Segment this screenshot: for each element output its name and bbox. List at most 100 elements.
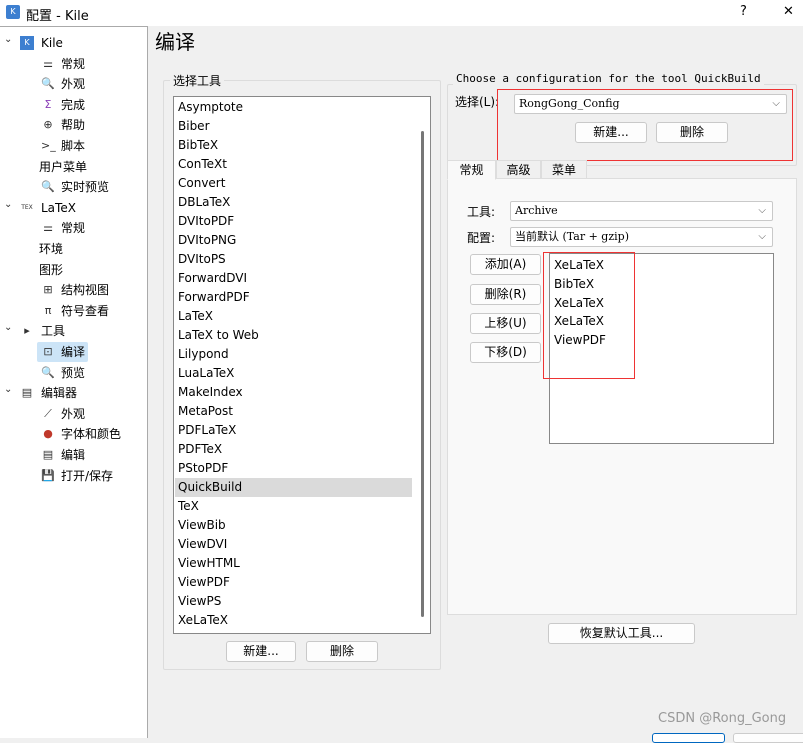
delete-tool-button[interactable]: 删除: [306, 641, 378, 662]
tool-list-item[interactable]: LaTeX: [178, 307, 213, 326]
tool-list-item[interactable]: ViewPDF: [178, 573, 230, 592]
tool-list[interactable]: Asymptote Biber BibTeX ConTeXt Convert DBLaTe…: [173, 96, 431, 634]
lifebuoy-icon: ⊕: [43, 118, 53, 132]
chevron-down-icon[interactable]: ⌄: [4, 380, 12, 400]
tool-list-item[interactable]: ConTeXt: [178, 155, 227, 174]
tab-advanced[interactable]: 高级: [496, 160, 541, 179]
sidebar-item[interactable]: ⌄ TEX LaTeX: [0, 198, 147, 218]
save-icon: 💾: [41, 468, 55, 482]
sliders-icon: ⚌: [43, 56, 53, 70]
appearance-icon: ⟋: [44, 406, 52, 420]
tool-list-item[interactable]: MetaPost: [178, 402, 233, 421]
cancel-button[interactable]: [733, 733, 803, 743]
close-button[interactable]: ✕: [783, 4, 794, 19]
tool-list-item[interactable]: DVItoPDF: [178, 212, 234, 231]
sidebar-item-label: 实时预览: [61, 180, 110, 195]
chevron-down-icon[interactable]: ⌄: [4, 318, 12, 338]
terminal-icon: >_: [41, 139, 56, 152]
tool-list-item[interactable]: LaTeX to Web: [178, 326, 259, 345]
sidebar-item-label: 结构视图: [61, 283, 110, 298]
sequence-list[interactable]: XeLaTeX BibTeX XeLaTeX XeLaTeX ViewPDF: [549, 253, 774, 444]
tool-list-item[interactable]: PDFLaTeX: [178, 421, 236, 440]
tool-list-item[interactable]: Convert: [178, 174, 225, 193]
sidebar-item-label: 符号查看: [61, 303, 110, 318]
sidebar-item[interactable]: 💾 打开/保存: [0, 466, 147, 486]
tool-list-item[interactable]: ViewHTML: [178, 554, 240, 573]
config-select[interactable]: RongGong_Config ⌵: [514, 94, 787, 114]
tool-list-item[interactable]: MakeIndex: [178, 383, 243, 402]
tool-list-item[interactable]: PDFTeX: [178, 440, 222, 459]
sidebar-item[interactable]: ⟋ 外观: [0, 404, 147, 424]
help-button[interactable]: ?: [740, 4, 747, 19]
color-wheel-icon: ●: [43, 427, 53, 441]
sidebar-item[interactable]: ⊕ 帮助: [0, 115, 147, 135]
title-bar: K 配置 - Kile ? ✕: [0, 0, 803, 26]
sidebar-item[interactable]: >_ 脚本: [0, 136, 147, 156]
tool-list-item[interactable]: DBLaTeX: [178, 193, 230, 212]
sequence-item[interactable]: ViewPDF: [554, 331, 606, 350]
build-icon: ⊡: [43, 345, 53, 358]
sequence-item[interactable]: XeLaTeX: [554, 294, 604, 313]
move-up-button[interactable]: 上移(U): [470, 313, 541, 334]
ok-button[interactable]: [652, 733, 725, 743]
sidebar-item[interactable]: 用户菜单: [0, 157, 147, 177]
tool-select[interactable]: Archive ⌵: [510, 201, 773, 221]
sidebar-item[interactable]: ⊡ 编译: [0, 342, 147, 362]
tool-list-item[interactable]: ViewDVI: [178, 535, 227, 554]
tool-list-item[interactable]: BibTeX: [178, 136, 218, 155]
sidebar-item[interactable]: 🔍 实时预览: [0, 177, 147, 197]
kile-app-icon: K: [6, 5, 20, 19]
tool-list-item[interactable]: ViewBib: [178, 516, 226, 535]
remove-button[interactable]: 删除(R): [470, 284, 541, 305]
tool-list-item[interactable]: Asymptote: [178, 98, 243, 117]
sidebar-item-label: 环境: [39, 242, 64, 256]
tool-list-item[interactable]: ForwardDVI: [178, 269, 247, 288]
sidebar-item[interactable]: ⚌ 常规: [0, 54, 147, 74]
tool-label: 工具:: [467, 205, 496, 219]
sidebar-item[interactable]: 环境: [0, 239, 147, 259]
tool-list-item[interactable]: PStoPDF: [178, 459, 228, 478]
sidebar-item[interactable]: ● 字体和颜色: [0, 424, 147, 444]
sequence-item[interactable]: XeLaTeX: [554, 312, 604, 331]
tool-list-item[interactable]: TeX: [178, 497, 199, 516]
sidebar-item[interactable]: ⚌ 常规: [0, 218, 147, 238]
tool-list-item[interactable]: DVItoPS: [178, 250, 226, 269]
sidebar-item[interactable]: 图形: [0, 260, 147, 280]
sidebar-item[interactable]: ⌄ K Kile: [0, 33, 147, 53]
chevron-down-icon[interactable]: ⌄: [4, 30, 12, 50]
sidebar-item[interactable]: ⊞ 结构视图: [0, 280, 147, 300]
config-select-label: 选择(L):: [455, 95, 500, 109]
sidebar-item-label: 编译: [61, 345, 86, 359]
tool-list-item[interactable]: DVItoPNG: [178, 231, 236, 250]
sidebar-item-label: 图形: [39, 262, 64, 277]
sidebar-item[interactable]: ▤ 编辑: [0, 445, 147, 465]
tool-list-scrollbar[interactable]: [421, 131, 424, 617]
sidebar-item-label: 工具: [41, 324, 66, 339]
tab-menu[interactable]: 菜单: [541, 160, 587, 179]
tool-list-item[interactable]: Biber: [178, 117, 210, 136]
sidebar-item[interactable]: 🔍 预览: [0, 363, 147, 383]
sequence-item[interactable]: BibTeX: [554, 275, 594, 294]
add-button[interactable]: 添加(A): [470, 254, 541, 275]
sequence-item[interactable]: XeLaTeX: [554, 256, 604, 275]
tool-list-item[interactable]: LuaLaTeX: [178, 364, 234, 383]
new-tool-button[interactable]: 新建...: [226, 641, 296, 662]
tool-list-item[interactable]: QuickBuild: [175, 478, 412, 497]
tool-list-item[interactable]: ForwardPDF: [178, 288, 250, 307]
sidebar-item[interactable]: 🔍 外观: [0, 74, 147, 94]
new-config-button[interactable]: 新建...: [575, 122, 647, 143]
tool-list-item[interactable]: Lilypond: [178, 345, 229, 364]
tool-list-item[interactable]: XeLaTeX: [178, 611, 228, 630]
tab-general[interactable]: 常规: [447, 160, 496, 180]
sidebar-item[interactable]: π 符号查看: [0, 301, 147, 321]
sidebar-item[interactable]: ⌄ ▸ 工具: [0, 321, 147, 341]
tool-config-select[interactable]: 当前默认 (Tar + gzip) ⌵: [510, 227, 773, 247]
delete-config-button[interactable]: 删除: [656, 122, 728, 143]
structure-icon: ⊞: [43, 283, 53, 297]
restore-default-tools-button[interactable]: 恢复默认工具...: [548, 623, 695, 644]
sidebar-item[interactable]: Σ 完成: [0, 95, 147, 115]
move-down-button[interactable]: 下移(D): [470, 342, 541, 363]
tool-list-item[interactable]: ViewPS: [178, 592, 221, 611]
chevron-down-icon[interactable]: ⌄: [4, 195, 12, 215]
sidebar-item[interactable]: ⌄ ▤ 编辑器: [0, 383, 147, 403]
